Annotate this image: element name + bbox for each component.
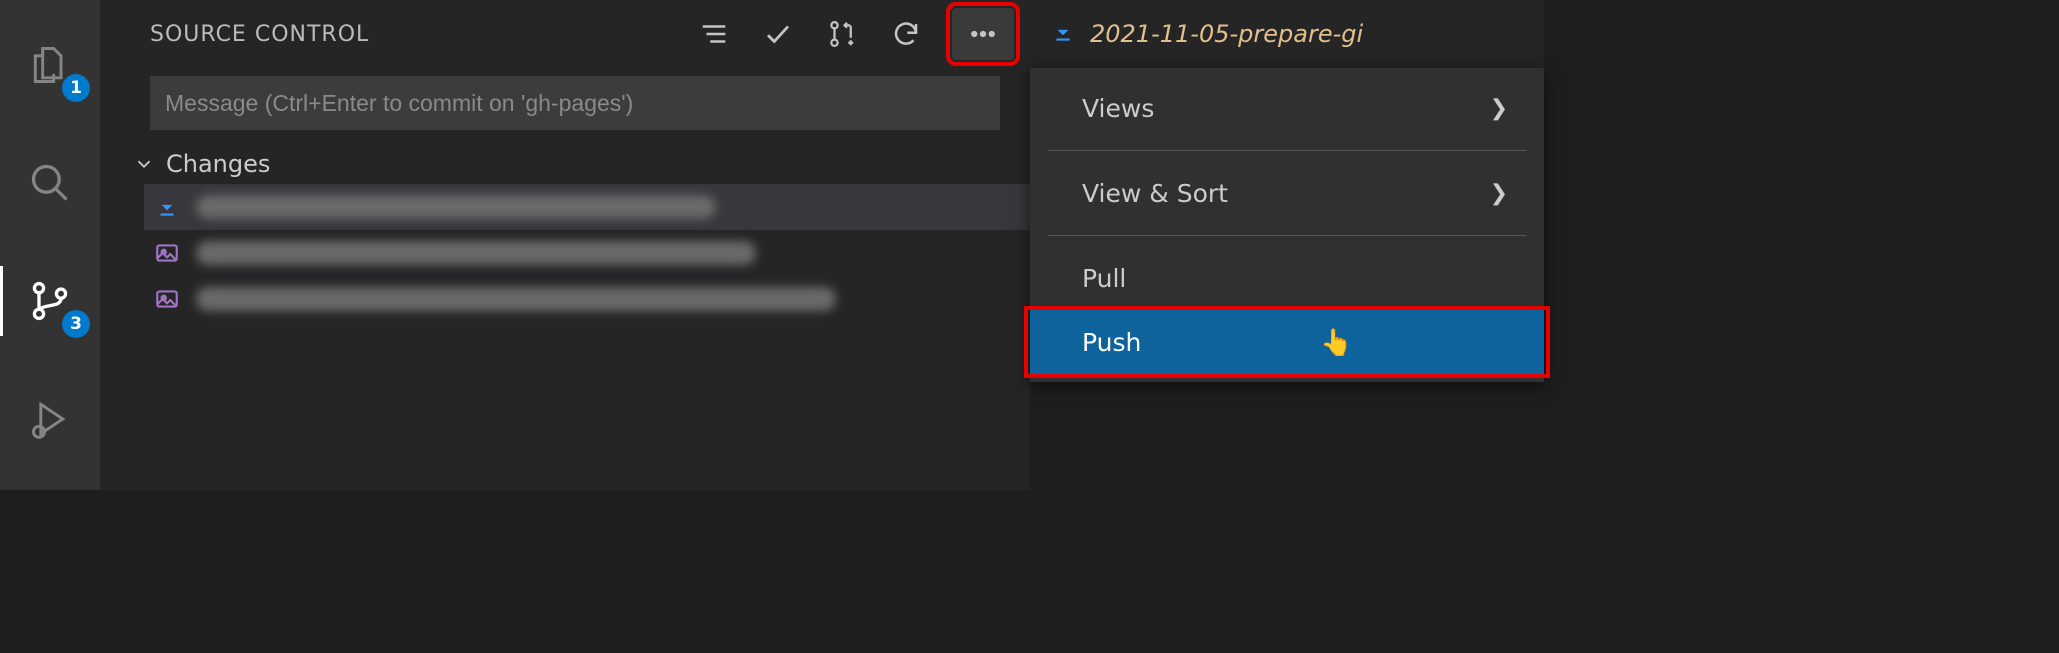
- menu-views[interactable]: Views ❯: [1030, 76, 1544, 140]
- activity-run-debug[interactable]: [0, 384, 100, 454]
- panel-header: SOURCE CONTROL: [100, 0, 1030, 68]
- image-file-icon: [152, 238, 182, 268]
- chevron-right-icon: ❯: [1490, 181, 1508, 206]
- changes-section-header[interactable]: Changes: [100, 138, 1030, 184]
- menu-view-sort[interactable]: View & Sort ❯: [1030, 161, 1544, 225]
- menu-label: Views: [1082, 94, 1154, 123]
- more-actions-button[interactable]: [952, 8, 1014, 60]
- source-control-panel: SOURCE CONTROL: [100, 0, 1030, 490]
- ellipsis-icon: [968, 19, 998, 49]
- incoming-change-icon: [1050, 19, 1076, 49]
- image-file-icon: [152, 284, 182, 314]
- changed-file-row[interactable]: [144, 230, 1030, 276]
- file-list: [100, 184, 1030, 322]
- scm-badge: 3: [62, 310, 90, 338]
- menu-label: Pull: [1082, 264, 1126, 293]
- menu-separator: [1048, 150, 1526, 151]
- panel-actions: [696, 8, 1020, 60]
- view-tree-button[interactable]: [696, 16, 732, 52]
- menu-push[interactable]: Push 👆: [1030, 310, 1544, 374]
- activity-explorer[interactable]: 1: [0, 30, 100, 100]
- menu-pull[interactable]: Pull: [1030, 246, 1544, 310]
- activity-bar: 1 3: [0, 0, 100, 490]
- changes-label: Changes: [166, 150, 270, 178]
- explorer-badge: 1: [62, 74, 90, 102]
- cursor-pointer-icon: 👆: [1320, 328, 1352, 358]
- chevron-down-icon: [132, 152, 156, 176]
- blurred-filename: [196, 287, 836, 311]
- tree-icon: [699, 19, 729, 49]
- pull-request-icon: [827, 19, 857, 49]
- commit-message-input[interactable]: [150, 76, 1000, 130]
- search-icon: [28, 161, 72, 205]
- editor-tab-label[interactable]: 2021-11-05-prepare-gi: [1090, 20, 1363, 48]
- menu-label: View & Sort: [1082, 179, 1228, 208]
- refresh-icon: [891, 19, 921, 49]
- changed-file-row[interactable]: [144, 276, 1030, 322]
- blurred-filename: [196, 241, 756, 265]
- chevron-right-icon: ❯: [1490, 96, 1508, 121]
- blurred-filename: [196, 195, 716, 219]
- commit-input-container: [100, 68, 1030, 138]
- incoming-change-icon: [152, 192, 182, 222]
- menu-separator: [1048, 235, 1526, 236]
- refresh-button[interactable]: [888, 16, 924, 52]
- changed-file-row[interactable]: [144, 184, 1030, 230]
- more-actions-menu: Views ❯ View & Sort ❯ Pull Push 👆: [1030, 68, 1544, 382]
- create-pr-button[interactable]: [824, 16, 860, 52]
- panel-title: SOURCE CONTROL: [150, 22, 369, 47]
- check-icon: [763, 19, 793, 49]
- activity-search[interactable]: [0, 148, 100, 218]
- commit-button[interactable]: [760, 16, 796, 52]
- app-root: 1 3 SOURCE CONTROL: [0, 0, 1544, 490]
- menu-label: Push: [1082, 328, 1141, 357]
- tab-bar: 2021-11-05-prepare-gi: [1030, 0, 1544, 68]
- run-debug-icon: [28, 397, 72, 441]
- activity-source-control[interactable]: 3: [0, 266, 100, 336]
